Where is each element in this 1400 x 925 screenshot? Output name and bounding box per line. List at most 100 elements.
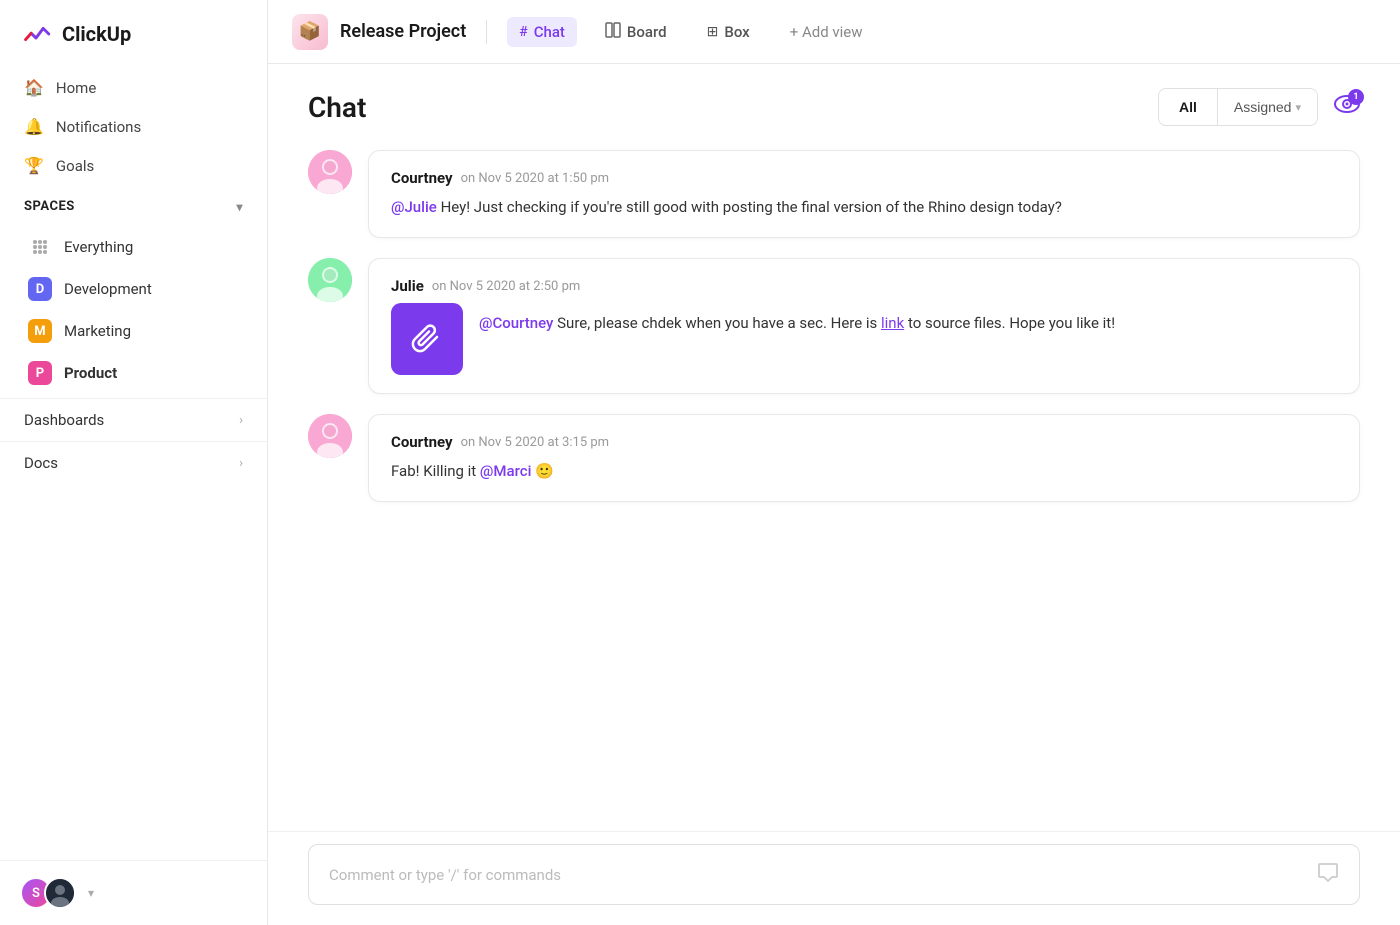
- msg-content-2a: Sure, please chdek when you have a sec. …: [557, 314, 881, 332]
- message-row: Courtney on Nov 5 2020 at 3:15 pm Fab! K…: [308, 414, 1360, 502]
- msg-content-2b: to source files. Hope you like it!: [908, 314, 1115, 332]
- sidebar-item-docs[interactable]: Docs ›: [0, 441, 267, 484]
- main-content: 📦 Release Project # Chat Board ⊞ Box + A…: [268, 0, 1400, 925]
- project-title-area: 📦 Release Project: [292, 14, 466, 50]
- comment-icon: [1317, 861, 1339, 888]
- message-meta-3: Courtney on Nov 5 2020 at 3:15 pm: [391, 433, 1337, 451]
- tab-chat[interactable]: # Chat: [507, 17, 577, 47]
- attachment-block: @Courtney Sure, please chdek when you ha…: [391, 303, 1337, 375]
- sidebar-item-notifications-label: Notifications: [56, 118, 141, 136]
- filter-assigned-button[interactable]: Assigned ▾: [1218, 91, 1317, 123]
- app-name: ClickUp: [62, 22, 131, 46]
- avatar-courtney-2: [308, 414, 352, 458]
- chat-header: Chat All Assigned ▾ 1: [268, 64, 1400, 142]
- sidebar-item-development[interactable]: D Development: [4, 268, 263, 310]
- home-icon: 🏠: [24, 78, 44, 97]
- product-badge: P: [28, 361, 52, 385]
- message-bubble-2: Julie on Nov 5 2020 at 2:50 pm @Courtney…: [368, 258, 1360, 394]
- tab-box[interactable]: ⊞ Box: [695, 17, 762, 47]
- add-view-button[interactable]: + Add view: [778, 17, 875, 47]
- box-tab-icon: ⊞: [707, 24, 719, 40]
- sidebar: ClickUp 🏠 Home 🔔 Notifications 🏆 Goals S…: [0, 0, 268, 925]
- everything-icon: [28, 235, 52, 259]
- msg-author-2: Julie: [391, 277, 424, 295]
- msg-time-1: on Nov 5 2020 at 1:50 pm: [461, 171, 609, 186]
- add-view-label: + Add view: [790, 23, 863, 41]
- comment-box-wrapper: Comment or type '/' for commands: [268, 831, 1400, 925]
- development-label: Development: [64, 280, 152, 298]
- sidebar-item-everything[interactable]: Everything: [4, 226, 263, 268]
- everything-label: Everything: [64, 238, 133, 256]
- dashboards-chevron-icon: ›: [239, 413, 243, 428]
- development-badge: D: [28, 277, 52, 301]
- spaces-chevron-icon: ▾: [236, 200, 243, 214]
- topbar: 📦 Release Project # Chat Board ⊞ Box + A…: [268, 0, 1400, 64]
- sidebar-item-marketing[interactable]: M Marketing: [4, 310, 263, 352]
- sidebar-item-home[interactable]: 🏠 Home: [12, 68, 255, 107]
- msg-text-3: Fab! Killing it @Marci 🙂: [391, 459, 1337, 483]
- comment-box[interactable]: Comment or type '/' for commands: [308, 844, 1360, 905]
- topbar-divider: [486, 20, 487, 44]
- msg-author-1: Courtney: [391, 169, 453, 187]
- message-row: Courtney on Nov 5 2020 at 1:50 pm @Julie…: [308, 150, 1360, 238]
- attachment-icon[interactable]: [391, 303, 463, 375]
- filter-all-button[interactable]: All: [1159, 91, 1217, 123]
- sidebar-item-goals-label: Goals: [56, 157, 94, 175]
- chat-title: Chat: [308, 91, 366, 124]
- sidebar-item-home-label: Home: [56, 79, 96, 97]
- logo-area: ClickUp: [0, 0, 267, 68]
- emoji-smile: 🙂: [535, 462, 554, 480]
- msg-time-3: on Nov 5 2020 at 3:15 pm: [461, 435, 609, 450]
- msg-time-2: on Nov 5 2020 at 2:50 pm: [432, 279, 580, 294]
- sidebar-item-notifications[interactable]: 🔔 Notifications: [12, 107, 255, 146]
- mention-courtney[interactable]: @Courtney: [479, 314, 553, 332]
- message-meta-2: Julie on Nov 5 2020 at 2:50 pm: [391, 277, 1337, 295]
- message-row: Julie on Nov 5 2020 at 2:50 pm @Courtney…: [308, 258, 1360, 394]
- spaces-label: Spaces: [24, 199, 75, 214]
- trophy-icon: 🏆: [24, 156, 44, 175]
- chat-filters: All Assigned ▾: [1158, 88, 1318, 126]
- docs-chevron-icon: ›: [239, 456, 243, 471]
- board-tab-icon: [605, 22, 621, 42]
- avatar-julie: [308, 258, 352, 302]
- marketing-badge: M: [28, 319, 52, 343]
- msg-text-1: @Julie Hey! Just checking if you're stil…: [391, 195, 1337, 219]
- notification-badge: 1: [1348, 89, 1364, 105]
- mention-julie[interactable]: @Julie: [391, 198, 437, 216]
- avatar-m[interactable]: [44, 877, 76, 909]
- sidebar-bottom: S ▾: [0, 860, 267, 925]
- tab-board[interactable]: Board: [593, 16, 679, 48]
- sidebar-item-goals[interactable]: 🏆 Goals: [12, 146, 255, 185]
- sidebar-item-product[interactable]: P Product: [4, 352, 263, 394]
- attachment-text: @Courtney Sure, please chdek when you ha…: [479, 303, 1115, 337]
- bell-icon: 🔔: [24, 117, 44, 136]
- spaces-section-header[interactable]: Spaces ▾: [0, 185, 267, 222]
- sidebar-item-dashboards[interactable]: Dashboards ›: [0, 398, 267, 441]
- user-avatars: S: [20, 877, 76, 909]
- assigned-chevron-icon: ▾: [1295, 101, 1301, 114]
- msg-content-1: Hey! Just checking if you're still good …: [441, 198, 1062, 216]
- mention-marci[interactable]: @Marci: [480, 462, 531, 480]
- message-meta-1: Courtney on Nov 5 2020 at 1:50 pm: [391, 169, 1337, 187]
- avatar-courtney-1: [308, 150, 352, 194]
- project-icon: 📦: [292, 14, 328, 50]
- sidebar-nav: 🏠 Home 🔔 Notifications 🏆 Goals: [0, 68, 267, 185]
- message-bubble-1: Courtney on Nov 5 2020 at 1:50 pm @Julie…: [368, 150, 1360, 238]
- board-tab-label: Board: [627, 23, 667, 41]
- msg-author-3: Courtney: [391, 433, 453, 451]
- watch-button[interactable]: 1: [1334, 93, 1360, 121]
- box-tab-label: Box: [724, 23, 749, 41]
- spaces-list: Everything D Development M Marketing P P…: [0, 222, 267, 398]
- product-label: Product: [64, 364, 117, 382]
- chat-tab-label: Chat: [534, 23, 565, 41]
- clickup-logo-icon: [20, 18, 52, 50]
- marketing-label: Marketing: [64, 322, 131, 340]
- user-dropdown-icon[interactable]: ▾: [88, 886, 94, 900]
- docs-label: Docs: [24, 454, 58, 472]
- source-link[interactable]: link: [881, 314, 904, 332]
- project-name: Release Project: [340, 21, 466, 42]
- messages-list: Courtney on Nov 5 2020 at 1:50 pm @Julie…: [268, 142, 1400, 831]
- chat-area: Chat All Assigned ▾ 1: [268, 64, 1400, 925]
- chat-tab-icon: #: [519, 24, 527, 40]
- comment-placeholder: Comment or type '/' for commands: [329, 866, 561, 884]
